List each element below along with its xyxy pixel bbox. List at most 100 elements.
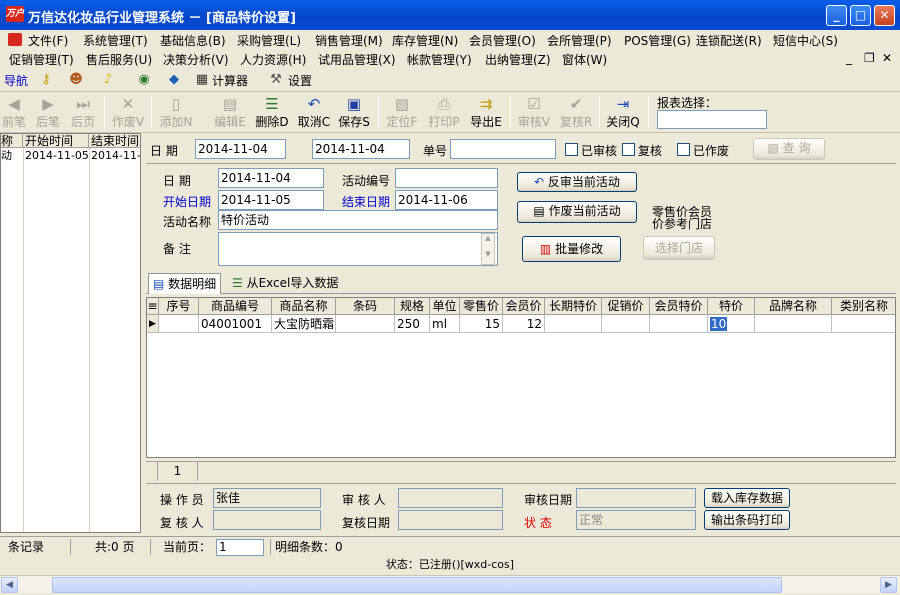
scroll-thumb[interactable] — [52, 577, 782, 593]
tab-data-detail[interactable]: ▤ 数据明细 — [148, 273, 222, 294]
export-button[interactable]: ⇉ 导出E — [466, 95, 506, 131]
menu-club[interactable]: 会所管理(P) — [547, 32, 612, 49]
next-record-button[interactable]: ▶ 后笔 — [28, 95, 68, 131]
globe-icon[interactable]: ◉ — [136, 72, 152, 88]
recheck-button[interactable]: ✔ 复核R — [556, 95, 596, 131]
load-stock-button[interactable]: 载入库存数据 — [704, 488, 790, 508]
close-form-button[interactable]: ⇥ 关闭Q — [603, 95, 643, 131]
batch-edit-button[interactable]: ▥ 批量修改 — [522, 236, 621, 262]
filter-date-to[interactable]: 2014-11-04 — [312, 139, 410, 159]
edit-button[interactable]: ▤ 编辑E — [210, 95, 250, 131]
remark-textarea[interactable] — [218, 232, 498, 266]
last-page-button[interactable]: ⏭ 后页 — [63, 95, 103, 131]
wrench-icon[interactable]: ⚒ — [268, 72, 284, 88]
info-icon[interactable]: ◆ — [166, 72, 182, 88]
query-button[interactable]: ▧ 查 询 — [753, 138, 825, 160]
menu-promotion[interactable]: 促销管理(T) — [9, 51, 74, 68]
menu-pos[interactable]: POS管理(G) — [624, 32, 691, 49]
order-no-input[interactable] — [450, 139, 556, 159]
col-header-member-special[interactable]: 会员特价 — [650, 298, 708, 315]
table-row-long-special[interactable] — [545, 315, 602, 333]
print-barcode-button[interactable]: 输出条码打印 — [704, 510, 790, 530]
col-header-retail[interactable]: 零售价 — [460, 298, 503, 315]
menu-basic-info[interactable]: 基础信息(B) — [160, 32, 226, 49]
void-button[interactable]: ✕ 作废V — [108, 95, 148, 131]
filter-date-from[interactable]: 2014-11-04 — [195, 139, 286, 159]
delete-button[interactable]: ☰ 删除D — [252, 95, 292, 131]
nav-label[interactable]: 导航 — [4, 72, 28, 89]
scroll-right-icon[interactable]: ▶ — [880, 577, 897, 593]
key-icon[interactable]: ⚷ — [38, 72, 54, 88]
calculator-icon[interactable]: ▦ — [194, 72, 210, 88]
col-header-barcode[interactable]: 条码 — [336, 298, 395, 315]
bell-icon[interactable]: ♪ — [100, 72, 116, 88]
calculator-link[interactable]: 计算器 — [212, 72, 248, 89]
col-header-brand[interactable]: 品牌名称 — [755, 298, 832, 315]
users-icon[interactable]: ☻ — [68, 72, 84, 88]
menu-window[interactable]: 窗体(W) — [562, 51, 607, 68]
settings-link[interactable]: 设置 — [288, 72, 312, 89]
mdi-close-button[interactable]: ✕ — [882, 51, 892, 65]
table-row-promo[interactable] — [602, 315, 650, 333]
menu-after-sales[interactable]: 售后服务(U) — [86, 51, 152, 68]
report-select[interactable] — [657, 110, 767, 129]
menu-hr[interactable]: 人力资源(H) — [240, 51, 306, 68]
current-page-input[interactable]: 1 — [216, 539, 264, 556]
list-header-name[interactable]: 称 — [1, 134, 23, 148]
add-button[interactable]: ▯ 添加N — [156, 95, 196, 131]
list-item-name[interactable]: 动 — [1, 149, 23, 163]
table-row-category[interactable] — [832, 315, 895, 333]
audited-checkbox[interactable] — [565, 143, 578, 156]
list-header-start[interactable]: 开始时间 — [23, 134, 89, 148]
menu-trial[interactable]: 试用品管理(X) — [318, 51, 396, 68]
menu-cashier[interactable]: 出纳管理(Z) — [485, 51, 551, 68]
cancel-button[interactable]: ↶ 取消C — [294, 95, 334, 131]
table-row-member[interactable]: 12 — [503, 315, 545, 333]
form-date-input[interactable]: 2014-11-04 — [218, 168, 324, 188]
mdi-restore-button[interactable]: ❐ — [864, 51, 875, 65]
unaudit-activity-button[interactable]: ↶ 反审当前活动 — [517, 172, 637, 192]
col-header-spec[interactable]: 规格 — [395, 298, 430, 315]
list-header-end[interactable]: 结束时间 — [89, 134, 140, 148]
start-date-input[interactable]: 2014-11-05 — [218, 190, 324, 210]
table-row-retail[interactable]: 15 — [460, 315, 503, 333]
select-store-button[interactable]: 选择门店 — [643, 236, 715, 260]
locate-button[interactable]: ▨ 定位F — [382, 95, 422, 131]
scroll-left-icon[interactable]: ◀ — [1, 577, 18, 593]
row-indicator-icon[interactable]: ▶ — [147, 315, 159, 333]
table-row-code[interactable]: 04001001 — [199, 315, 272, 333]
menu-accounts[interactable]: 帐款管理(Y) — [407, 51, 472, 68]
table-row-member-special[interactable] — [650, 315, 708, 333]
col-header-special[interactable]: 特价 — [708, 298, 755, 315]
mdi-minimize-button[interactable]: _ — [846, 51, 852, 65]
col-header-name[interactable]: 商品名称 — [272, 298, 336, 315]
table-row-special[interactable]: 10 — [708, 315, 755, 333]
col-header-member[interactable]: 会员价 — [503, 298, 545, 315]
maximize-button[interactable]: □ — [850, 5, 871, 26]
horizontal-scrollbar[interactable]: ◀ ▶ — [0, 575, 900, 593]
activity-name-input[interactable]: 特价活动 — [218, 210, 498, 230]
col-header-no[interactable]: 序号 — [159, 298, 199, 315]
print-button[interactable]: ⎙ 打印P — [424, 95, 464, 131]
remark-scrollbar[interactable]: ▲ ▼ — [481, 233, 495, 265]
menu-inventory[interactable]: 库存管理(N) — [392, 32, 458, 49]
col-header-category[interactable]: 类别名称 — [832, 298, 895, 315]
col-header-promo[interactable]: 促销价 — [602, 298, 650, 315]
menu-member[interactable]: 会员管理(O) — [469, 32, 536, 49]
list-item-end[interactable]: 2014-11-0 — [91, 149, 140, 163]
minimize-button[interactable]: _ — [826, 5, 847, 26]
menu-sms[interactable]: 短信中心(S) — [773, 32, 838, 49]
col-header-unit[interactable]: 单位 — [430, 298, 460, 315]
menu-purchase[interactable]: 采购管理(L) — [237, 32, 301, 49]
table-row-barcode[interactable] — [336, 315, 395, 333]
special-price-input[interactable]: 10 — [710, 317, 728, 331]
menu-file[interactable]: 文件(F) — [28, 32, 68, 49]
menu-chain[interactable]: 连锁配送(R) — [696, 32, 762, 49]
close-window-button[interactable]: ✕ — [874, 5, 895, 26]
rechecked-checkbox[interactable] — [622, 143, 635, 156]
menu-system[interactable]: 系统管理(T) — [83, 32, 148, 49]
table-row-name[interactable]: 大宝防晒霜 — [272, 315, 336, 333]
menu-analysis[interactable]: 决策分析(V) — [163, 51, 229, 68]
activity-no-input[interactable] — [395, 168, 498, 188]
col-header-code[interactable]: 商品编号 — [199, 298, 272, 315]
